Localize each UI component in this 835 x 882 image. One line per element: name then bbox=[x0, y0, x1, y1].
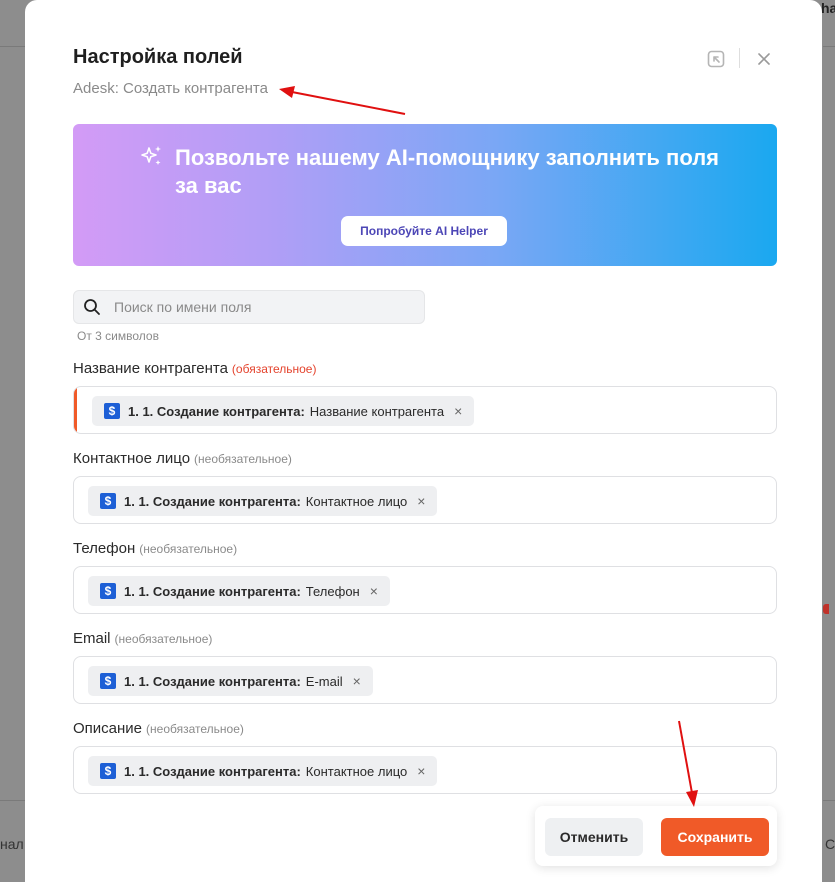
optional-tag: (необязательное) bbox=[114, 632, 213, 646]
background-text-right: ha bbox=[821, 0, 835, 20]
modal-subtitle: Adesk: Создать контрагента bbox=[73, 80, 268, 97]
adesk-app-icon: $ bbox=[100, 583, 116, 599]
background-text-right-bottom: С bbox=[825, 836, 835, 852]
mapped-value-chip: $ 1. 1. Создание контрагента: Контактное… bbox=[88, 486, 438, 516]
remove-chip-icon[interactable]: × bbox=[417, 763, 425, 779]
field-label-contact: Контактное лицо (необязательное) bbox=[73, 450, 292, 467]
optional-tag: (необязательное) bbox=[146, 722, 244, 736]
save-button[interactable]: Сохранить bbox=[661, 818, 769, 856]
adesk-app-icon: $ bbox=[100, 763, 116, 779]
chip-value: Название контрагента bbox=[309, 403, 445, 419]
background-divider bbox=[0, 800, 25, 801]
chip-value: E-mail bbox=[305, 673, 343, 689]
field-label-text: Email bbox=[73, 630, 111, 647]
chip-source: 1. 1. Создание контрагента: bbox=[124, 763, 301, 779]
field-label-text: Телефон bbox=[73, 540, 136, 557]
field-input-email[interactable]: $ 1. 1. Создание контрагента: E-mail × bbox=[73, 656, 777, 704]
background-divider bbox=[823, 46, 835, 47]
required-tag: (обязательное) bbox=[231, 362, 317, 376]
field-label-text: Контактное лицо bbox=[73, 450, 191, 467]
chip-value: Телефон bbox=[305, 583, 360, 599]
field-label-text: Описание bbox=[73, 720, 143, 737]
search-icon bbox=[82, 297, 102, 317]
field-label-email: Email (необязательное) bbox=[73, 630, 212, 647]
search-hint: От 3 символов bbox=[77, 329, 159, 343]
field-input-phone[interactable]: $ 1. 1. Создание контрагента: Телефон × bbox=[73, 566, 777, 614]
modal-title: Настройка полей bbox=[73, 46, 243, 68]
close-icon[interactable] bbox=[753, 48, 775, 70]
adesk-app-icon: $ bbox=[104, 403, 120, 419]
cancel-button[interactable]: Отменить bbox=[545, 818, 643, 856]
field-input-contact[interactable]: $ 1. 1. Создание контрагента: Контактное… bbox=[73, 476, 777, 524]
remove-chip-icon[interactable]: × bbox=[454, 403, 462, 419]
mapped-value-chip: $ 1. 1. Создание контрагента: Телефон × bbox=[88, 576, 390, 606]
field-input-description[interactable]: $ 1. 1. Создание контрагента: Контактное… bbox=[73, 746, 777, 794]
chip-value: Контактное лицо bbox=[305, 493, 408, 509]
remove-chip-icon[interactable]: × bbox=[417, 493, 425, 509]
optional-tag: (необязательное) bbox=[194, 452, 292, 466]
chip-source: 1. 1. Создание контрагента: bbox=[128, 403, 305, 419]
mapped-value-chip: $ 1. 1. Создание контрагента: Контактное… bbox=[88, 756, 438, 786]
sparkle-icon bbox=[139, 144, 165, 175]
chip-value: Контактное лицо bbox=[305, 763, 408, 779]
field-settings-modal: Настройка полей Adesk: Создать контраген… bbox=[25, 0, 822, 882]
background-divider bbox=[823, 800, 835, 801]
background-red-marker bbox=[823, 604, 829, 614]
chip-source: 1. 1. Создание контрагента: bbox=[124, 583, 301, 599]
collapse-arrow-icon[interactable] bbox=[705, 48, 727, 70]
search-input[interactable] bbox=[114, 299, 414, 315]
mapped-value-chip: $ 1. 1. Создание контрагента: E-mail × bbox=[88, 666, 373, 696]
mapped-value-chip: $ 1. 1. Создание контрагента: Название к… bbox=[92, 396, 475, 426]
optional-tag: (необязательное) bbox=[139, 542, 238, 556]
background-text-left: нал bbox=[0, 836, 24, 852]
field-input-name[interactable]: $ 1. 1. Создание контрагента: Название к… bbox=[73, 386, 777, 434]
field-label-phone: Телефон (необязательное) bbox=[73, 540, 237, 557]
chip-source: 1. 1. Создание контрагента: bbox=[124, 493, 301, 509]
ai-banner-text: Позвольте нашему AI-помощнику заполнить … bbox=[175, 145, 720, 198]
field-label-name: Название контрагента (обязательное) bbox=[73, 360, 316, 377]
field-search[interactable] bbox=[73, 290, 425, 324]
adesk-app-icon: $ bbox=[100, 673, 116, 689]
remove-chip-icon[interactable]: × bbox=[370, 583, 378, 599]
header-divider bbox=[739, 48, 740, 68]
field-label-text: Название контрагента bbox=[73, 360, 228, 377]
chip-source: 1. 1. Создание контрагента: bbox=[124, 673, 301, 689]
adesk-app-icon: $ bbox=[100, 493, 116, 509]
ai-helper-banner: Позвольте нашему AI-помощнику заполнить … bbox=[73, 124, 777, 266]
try-ai-helper-button[interactable]: Попробуйте AI Helper bbox=[341, 216, 507, 246]
background-divider bbox=[0, 46, 25, 47]
remove-chip-icon[interactable]: × bbox=[353, 673, 361, 689]
modal-footer: Отменить Сохранить bbox=[535, 806, 777, 866]
field-label-description: Описание (необязательное) bbox=[73, 720, 244, 737]
